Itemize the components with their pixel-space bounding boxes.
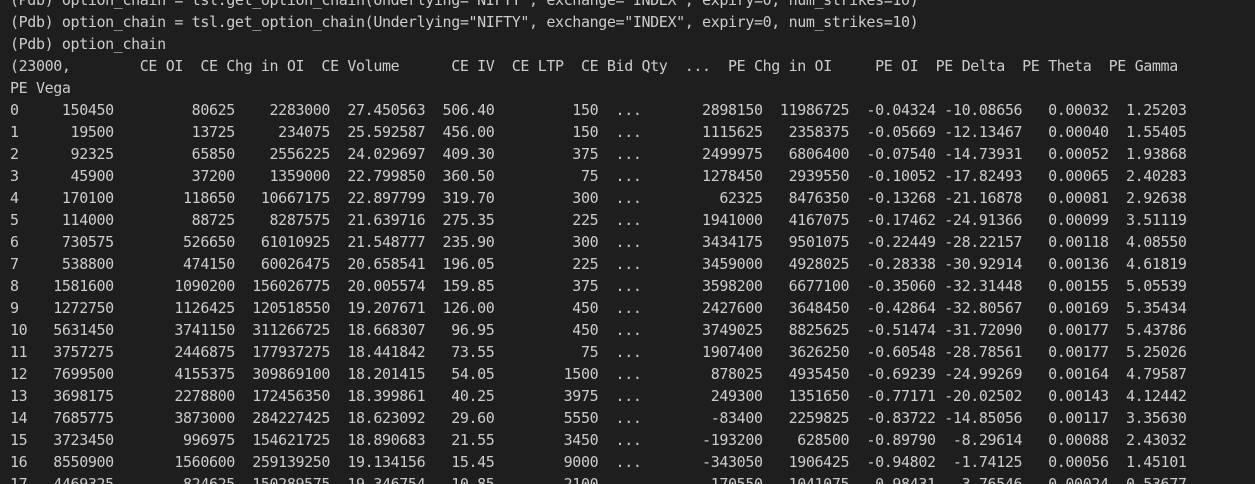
output-row-5: 5 114000 88725 8287575 21.639716 275.35 … [10, 211, 1187, 229]
output-row-17: 17 4469325 824625 150289575 19.346754 10… [10, 475, 1187, 484]
output-header-wrap: PE Vega [10, 79, 71, 97]
output-header-row: (23000, CE OI CE Chg in OI CE Volume CE … [10, 57, 1178, 75]
output-row-16: 16 8550900 1560600 259139250 19.134156 1… [10, 453, 1187, 471]
output-row-10: 10 5631450 3741150 311266725 18.668307 9… [10, 321, 1187, 339]
output-row-1: 1 19500 13725 234075 25.592587 456.00 15… [10, 123, 1187, 141]
output-row-15: 15 3723450 996975 154621725 18.890683 21… [10, 431, 1187, 449]
output-row-3: 3 45900 37200 1359000 22.799850 360.50 7… [10, 167, 1187, 185]
output-row-12: 12 7699500 4155375 309869100 18.201415 5… [10, 365, 1187, 383]
debugger-terminal[interactable]: (Pdb) option_chain = tsl.get_option_chai… [0, 0, 1255, 484]
output-row-0: 0 150450 80625 2283000 27.450563 506.40 … [10, 101, 1187, 119]
output-row-14: 14 7685775 3873000 284227425 18.623092 2… [10, 409, 1187, 427]
output-row-9: 9 1272750 1126425 120518550 19.207671 12… [10, 299, 1187, 317]
output-row-4: 4 170100 118650 10667175 22.897799 319.7… [10, 189, 1187, 207]
terminal-line-partial-command: (Pdb) option_chain = tsl.get_option_chai… [10, 0, 919, 9]
output-row-6: 6 730575 526650 61010925 21.548777 235.9… [10, 233, 1187, 251]
output-row-8: 8 1581600 1090200 156026775 20.005574 15… [10, 277, 1187, 295]
output-row-13: 13 3698175 2278800 172456350 18.399861 4… [10, 387, 1187, 405]
terminal-line-get-option-chain-command: (Pdb) option_chain = tsl.get_option_chai… [10, 13, 919, 31]
output-row-11: 11 3757275 2446875 177937275 18.441842 7… [10, 343, 1187, 361]
terminal-line-option-chain-command: (Pdb) option_chain [10, 35, 166, 53]
output-row-7: 7 538800 474150 60026475 20.658541 196.0… [10, 255, 1187, 273]
output-row-2: 2 92325 65850 2556225 24.029697 409.30 3… [10, 145, 1187, 163]
